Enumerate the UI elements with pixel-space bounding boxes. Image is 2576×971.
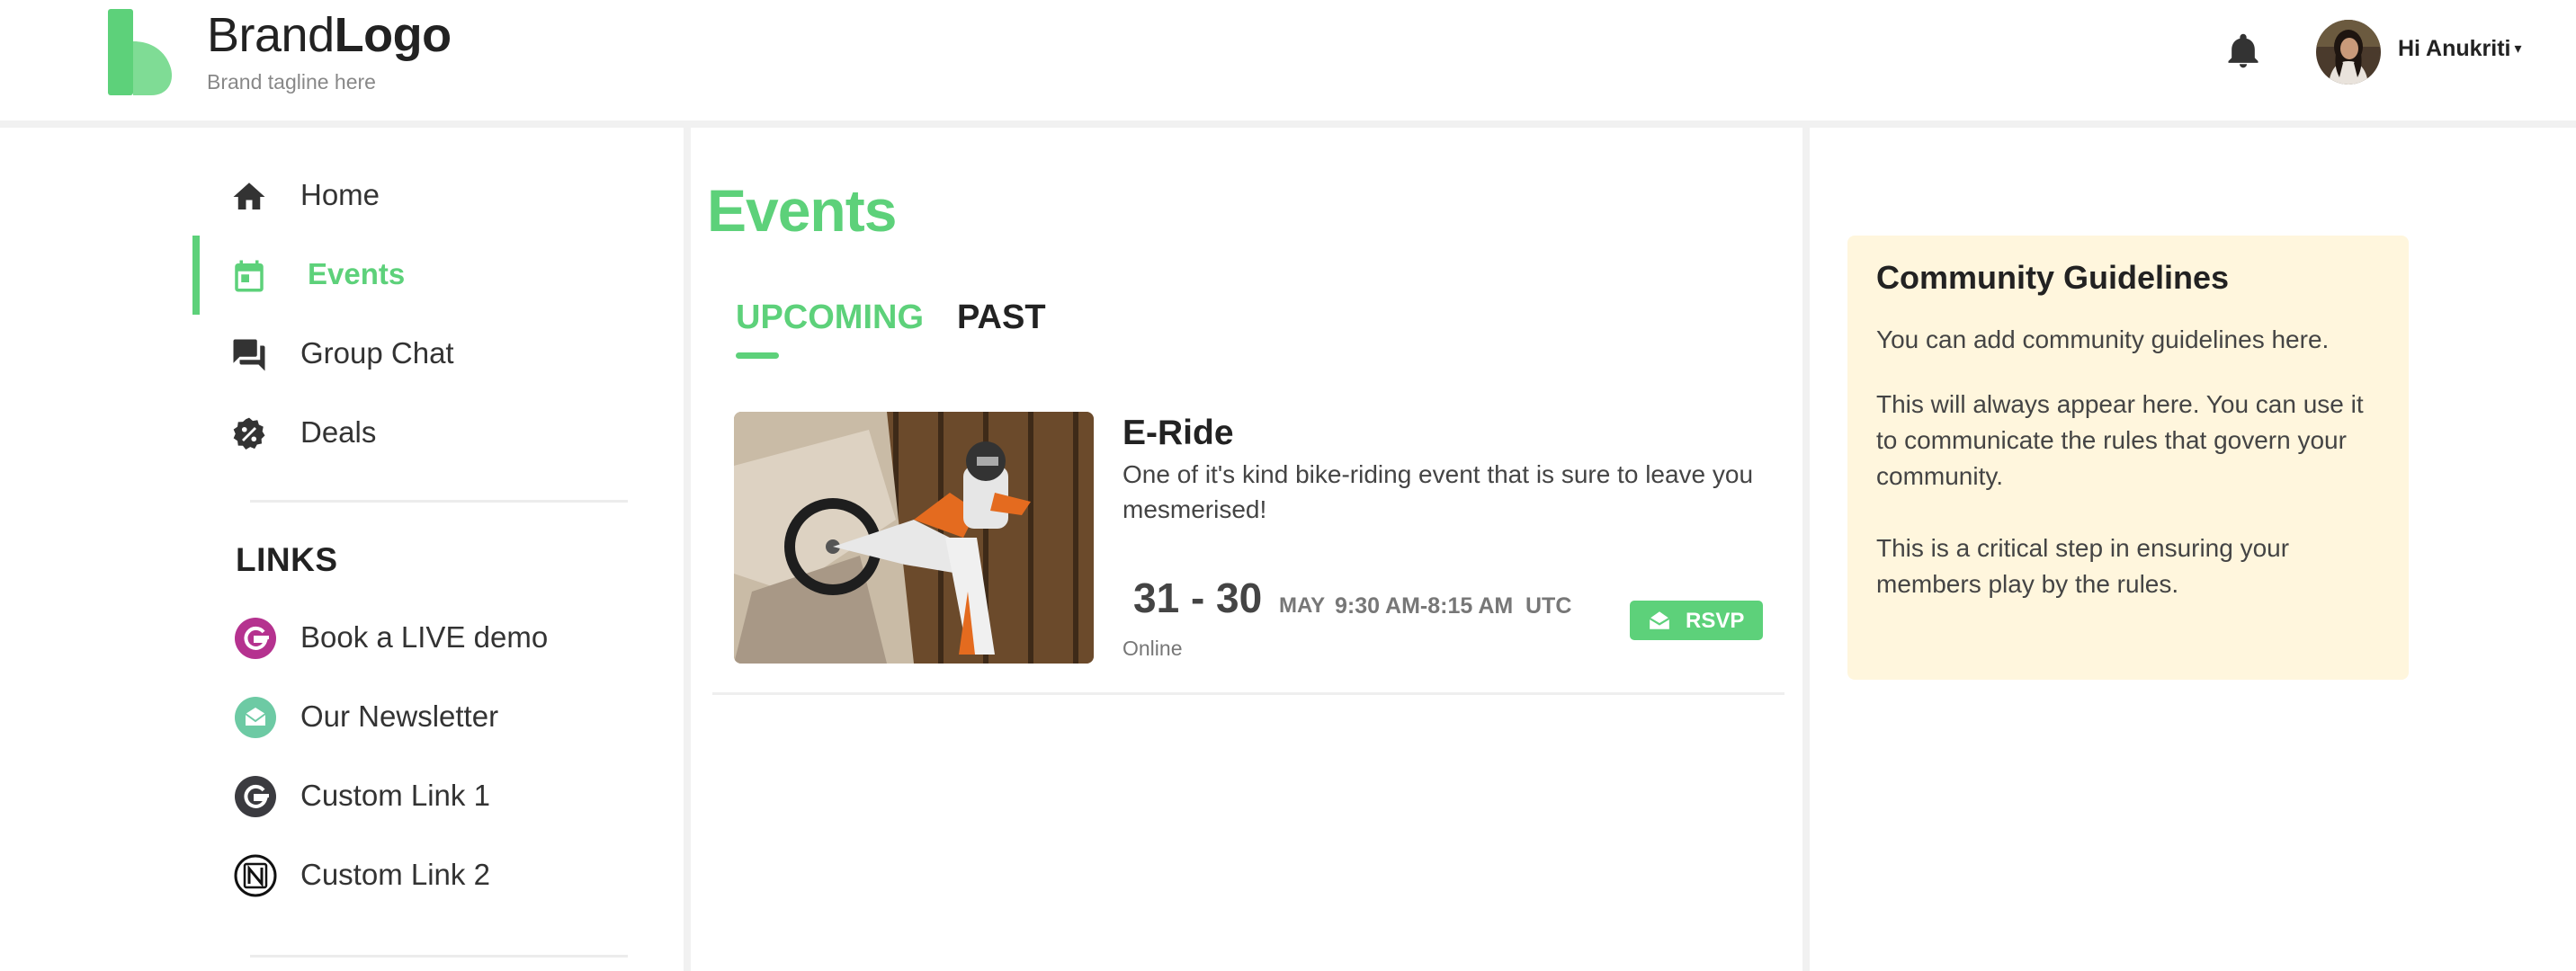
community-guidelines-panel: Community Guidelines You can add communi… (1847, 236, 2409, 680)
user-greeting: Hi Anukriti (2398, 36, 2511, 61)
active-indicator (192, 236, 200, 315)
rsvp-label: RSVP (1686, 609, 1745, 633)
guidelines-paragraph: You can add community guidelines here. (1876, 325, 2330, 353)
event-location: Online (1123, 637, 1183, 660)
header-divider (0, 120, 2576, 128)
user-menu-dropdown[interactable]: Hi Anukriti ▾ (2398, 36, 2522, 62)
guidelines-paragraph: This is a critical step in ensuring your… (1876, 534, 2290, 598)
discount-icon (233, 417, 265, 450)
top-header: BrandLogo Brand tagline here Hi Anukriti… (0, 0, 2576, 120)
tab-upcoming[interactable]: UPCOMING (736, 298, 924, 337)
sidebar-item-group-chat[interactable]: Group Chat (192, 318, 678, 390)
rsvp-button[interactable]: RSVP (1630, 601, 1763, 640)
sidebar-link-book-demo[interactable]: Book a LIVE demo (192, 601, 678, 673)
sidebar-item-deals[interactable]: Deals (192, 397, 678, 469)
brand-name[interactable]: BrandLogo (207, 7, 452, 63)
mail-circle-icon (235, 697, 276, 738)
notion-icon (234, 854, 277, 897)
notification-bell-icon[interactable] (2223, 31, 2263, 72)
sidebar-separator (250, 500, 628, 503)
sidebar-item-label: Events (308, 257, 406, 290)
sidebar-separator (250, 955, 628, 958)
home-icon (233, 183, 265, 209)
brand-name-bold: Logo (334, 8, 452, 62)
event-card[interactable]: E-Ride One of it's kind bike-riding even… (712, 396, 1784, 692)
sidebar-link-custom-2[interactable]: Custom Link 2 (192, 838, 678, 910)
sidebar-link-label: Book a LIVE demo (300, 620, 549, 654)
envelope-open-icon (1649, 611, 1670, 629)
event-month: MAY (1279, 593, 1326, 618)
event-image[interactable] (734, 412, 1094, 664)
sidebar-link-label: Custom Link 1 (300, 779, 490, 812)
event-title[interactable]: E-Ride (1123, 414, 1234, 453)
user-avatar[interactable] (2316, 20, 2381, 85)
sidebar-item-events[interactable]: Events (192, 236, 678, 315)
tab-past[interactable]: PAST (957, 298, 1046, 337)
guidelines-paragraph: This will always appear here. You can us… (1876, 390, 2364, 490)
brand-name-regular: Brand (207, 8, 335, 62)
event-time: 9:30 AM-8:15 AM (1335, 593, 1514, 619)
links-heading: LINKS (236, 541, 338, 578)
sidebar-link-newsletter[interactable]: Our Newsletter (192, 680, 678, 752)
brand-logo-icon[interactable] (108, 9, 174, 95)
event-timezone: UTC (1525, 593, 1572, 619)
sidebar-link-custom-1[interactable]: Custom Link 1 (192, 759, 678, 831)
chat-icon (233, 339, 265, 371)
sidebar-divider (684, 128, 691, 971)
calendar-icon (235, 260, 264, 292)
sidebar-link-label: Our Newsletter (300, 699, 499, 733)
g-logo-dark-icon (235, 776, 276, 817)
sidebar-item-label: Deals (300, 415, 377, 449)
page-title: Events (707, 177, 897, 244)
event-date-range: 31 - 30 (1133, 575, 1263, 621)
rightbar-divider (1802, 128, 1810, 971)
guidelines-title: Community Guidelines (1876, 259, 2230, 296)
g-logo-magenta-icon (235, 618, 276, 659)
sidebar-item-label: Home (300, 178, 380, 211)
chevron-down-icon: ▾ (2514, 41, 2522, 57)
sidebar-item-home[interactable]: Home (192, 160, 678, 232)
sidebar-item-label: Group Chat (300, 336, 454, 370)
brand-tagline: Brand tagline here (207, 70, 376, 94)
event-card-divider (712, 692, 1784, 695)
active-tab-indicator (736, 352, 779, 359)
dirt-bike-photo (734, 412, 1094, 664)
avatar-photo (2316, 20, 2381, 85)
event-description: One of it's kind bike-riding event that … (1123, 460, 1754, 523)
sidebar-link-label: Custom Link 2 (300, 858, 490, 891)
